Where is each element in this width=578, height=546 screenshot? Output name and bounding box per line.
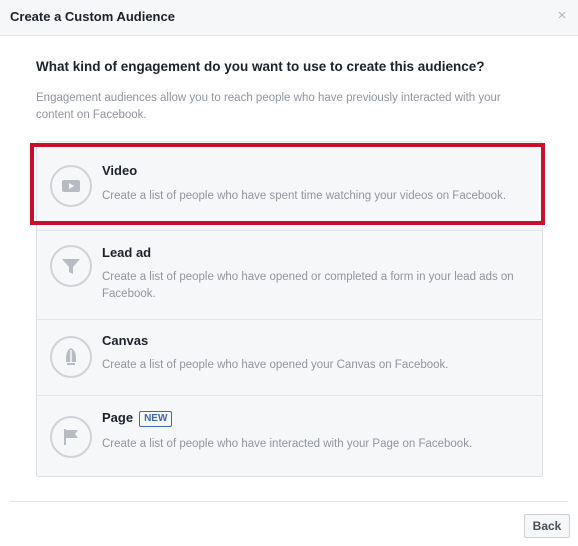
- engagement-question: What kind of engagement do you want to u…: [36, 59, 485, 74]
- option-canvas[interactable]: Canvas Create a list of people who have …: [37, 319, 542, 395]
- canvas-icon: [50, 336, 92, 378]
- flag-icon: [50, 416, 92, 458]
- option-lead-ad[interactable]: Lead ad Create a list of people who have…: [37, 230, 542, 319]
- option-canvas-description: Create a list of people who have opened …: [102, 359, 449, 371]
- option-page[interactable]: Page NEW Create a list of people who have…: [37, 395, 542, 476]
- dialog-header: Create a Custom Audience ×: [0, 0, 578, 36]
- option-lead-ad-title: Lead ad: [102, 245, 152, 260]
- option-lead-ad-description: Create a list of people who have opened …: [102, 271, 514, 300]
- funnel-icon: [50, 245, 92, 287]
- option-video-description: Create a list of people who have spent t…: [102, 190, 507, 202]
- option-page-title: Page NEW: [102, 410, 173, 427]
- footer-divider: [10, 501, 568, 502]
- option-page-title-text: Page: [102, 410, 134, 425]
- option-video[interactable]: Video Create a list of people who have s…: [37, 142, 542, 230]
- video-play-icon: [50, 165, 92, 207]
- option-page-description: Create a list of people who have interac…: [102, 438, 473, 450]
- dialog-title: Create a Custom Audience: [10, 9, 175, 24]
- new-badge: NEW: [139, 411, 173, 427]
- engagement-description: Engagement audiences allow you to reach …: [36, 92, 501, 121]
- engagement-options-list: Video Create a list of people who have s…: [36, 141, 543, 477]
- option-video-title: Video: [102, 163, 138, 178]
- option-canvas-title: Canvas: [102, 333, 149, 348]
- back-button[interactable]: Back: [524, 514, 570, 538]
- close-icon[interactable]: ×: [554, 8, 570, 24]
